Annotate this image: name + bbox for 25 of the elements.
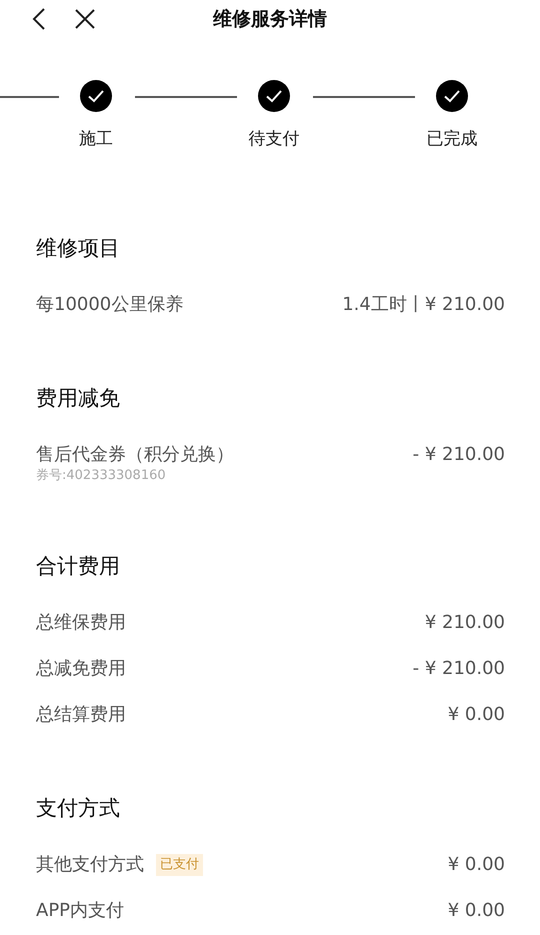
row-label: 总维保费用 <box>36 611 126 635</box>
row-label: 总减免费用 <box>36 657 126 681</box>
page-title: 维修服务详情 <box>213 8 327 30</box>
section-title: 费用减免 <box>36 386 120 410</box>
voucher-number: 券号:402333308160 <box>36 467 167 484</box>
section-title: 支付方式 <box>36 796 120 820</box>
row-label: 售后代金券（积分兑换） <box>36 443 234 467</box>
step-label: 已完成 <box>426 128 478 150</box>
section-title: 合计费用 <box>36 554 120 578</box>
row-label: APP内支付 <box>36 899 124 923</box>
row-amount: ¥ 0.00 <box>448 899 505 923</box>
row-amount: 1.4工时丨¥ 210.00 <box>342 293 505 317</box>
row-label: 总结算费用 <box>36 703 126 727</box>
step-label: 施工 <box>79 128 113 150</box>
row-label: 每10000公里保养 <box>36 293 184 317</box>
row-amount: ¥ 210.00 <box>424 611 505 635</box>
row-label: 其他支付方式 <box>36 853 144 877</box>
row-amount: - ¥ 210.00 <box>412 443 505 467</box>
row-amount: - ¥ 210.00 <box>412 657 505 681</box>
step-label: 待支付 <box>248 128 300 150</box>
close-icon[interactable] <box>74 8 96 30</box>
section-title: 维修项目 <box>36 236 120 260</box>
status-badge: 已支付 <box>156 854 203 876</box>
row-amount: ¥ 0.00 <box>448 853 505 877</box>
row-amount: ¥ 0.00 <box>448 703 505 727</box>
